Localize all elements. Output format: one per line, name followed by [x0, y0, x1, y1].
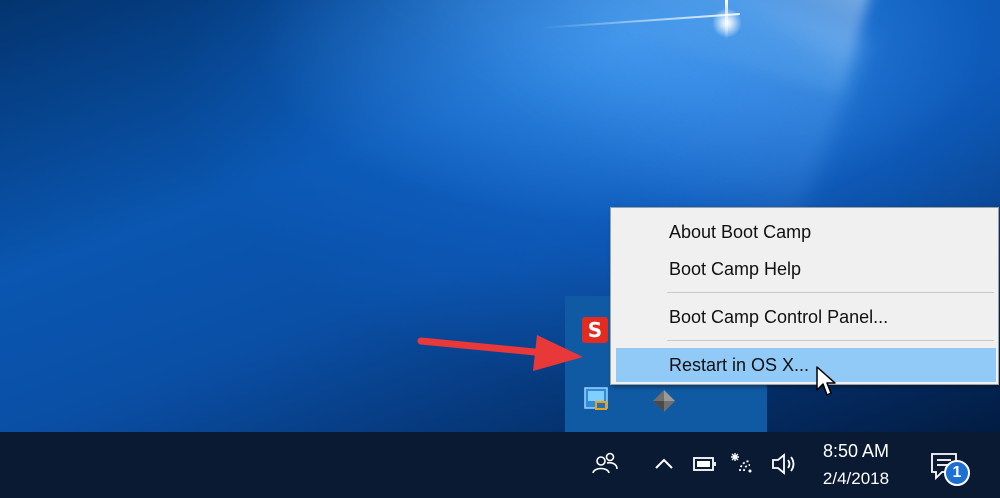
chevron-up-icon[interactable]: [652, 452, 676, 476]
mouse-cursor-icon: [816, 366, 836, 396]
people-icon[interactable]: [590, 449, 620, 479]
wallpaper-flare: [712, 8, 742, 38]
menu-item-boot-camp-control-panel[interactable]: Boot Camp Control Panel...: [616, 300, 996, 334]
clock-date: 2/4/2018: [822, 469, 890, 488]
volume-icon[interactable]: [770, 451, 798, 477]
menu-separator: [667, 340, 994, 341]
notification-count-badge: 1: [944, 460, 970, 486]
menu-item-restart-in-os-x[interactable]: Restart in OS X...: [616, 348, 996, 382]
intel-graphics-icon[interactable]: [583, 385, 611, 413]
menu-item-about-boot-camp[interactable]: About Boot Camp: [616, 215, 996, 249]
wifi-icon[interactable]: [730, 449, 758, 477]
menu-separator: [667, 292, 994, 293]
taskbar: 8:50 AM 2/4/2018: [0, 432, 1000, 498]
boot-camp-icon[interactable]: [651, 388, 677, 414]
battery-icon[interactable]: [692, 454, 718, 474]
snagit-icon[interactable]: S: [582, 317, 608, 343]
snagit-icon-glyph: S: [587, 318, 603, 342]
annotation-arrow: [417, 335, 583, 371]
boot-camp-context-menu: About Boot Camp Boot Camp Help Boot Camp…: [610, 207, 999, 385]
menu-item-boot-camp-help[interactable]: Boot Camp Help: [616, 252, 996, 286]
clock-time: 8:50 AM: [822, 441, 890, 461]
taskbar-clock[interactable]: 8:50 AM 2/4/2018: [808, 438, 904, 492]
